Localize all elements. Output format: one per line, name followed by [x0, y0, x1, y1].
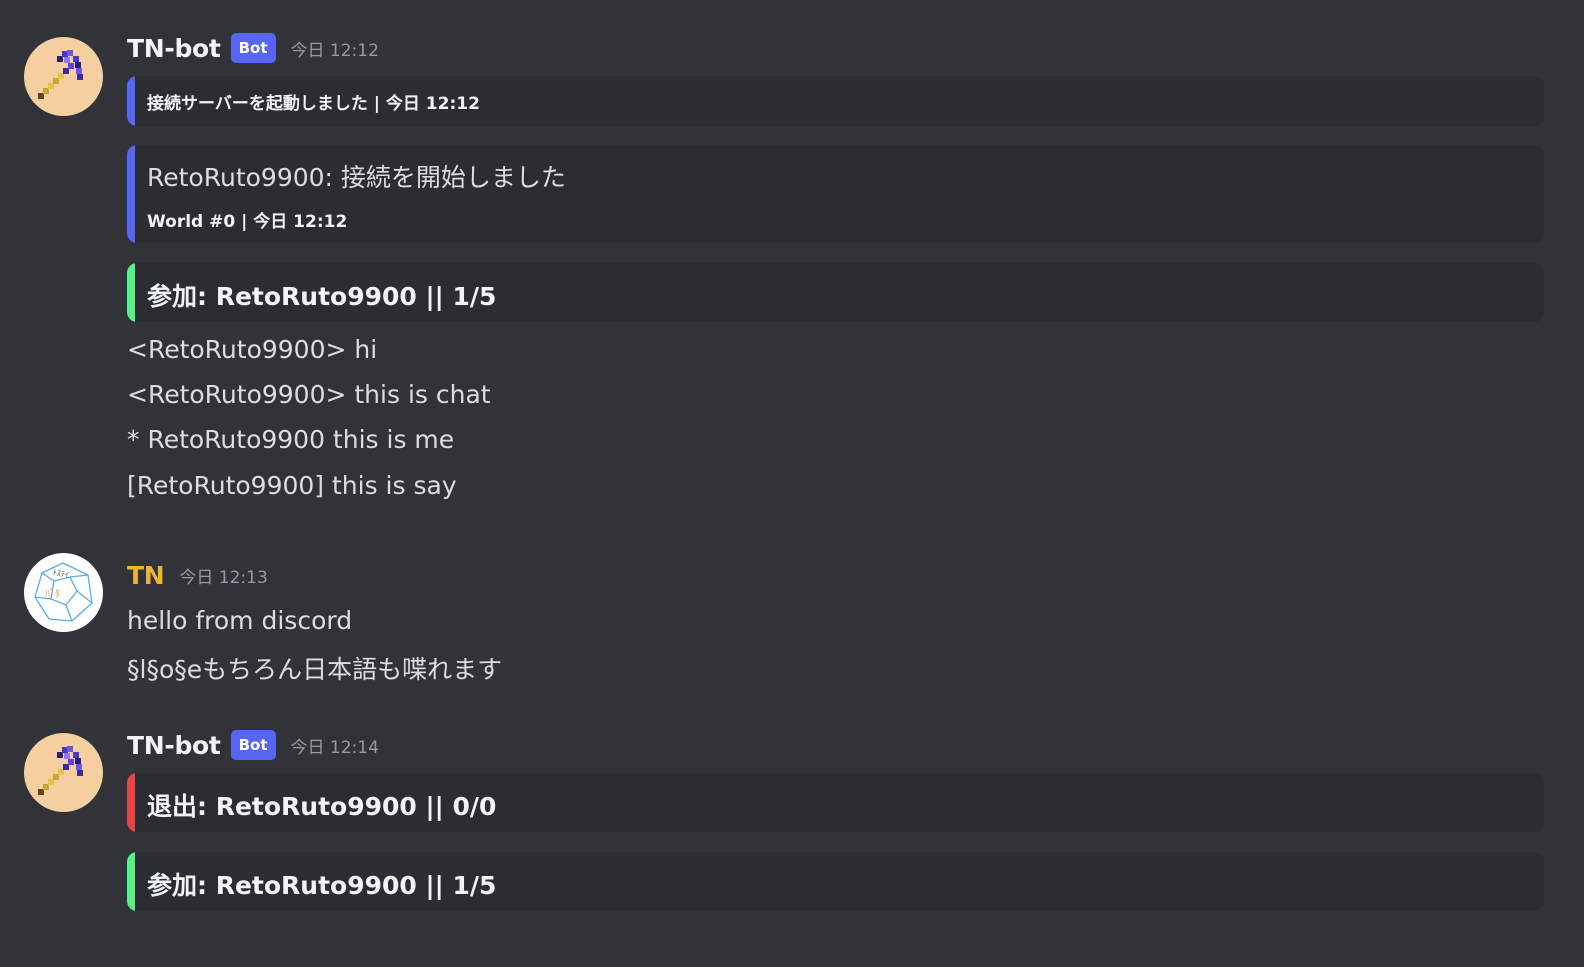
- timestamp[interactable]: 今日 12:12: [291, 36, 379, 61]
- chat-line: [RetoRuto9900] this is say: [127, 471, 457, 500]
- message-header: TN 今日 12:13: [127, 557, 268, 593]
- chat-line: hello from discord: [127, 606, 353, 635]
- chat-line: §l§o§eもちろん日本語も喋れます: [127, 655, 503, 684]
- pickaxe-icon: [38, 50, 83, 99]
- embed-color-bar: [127, 263, 135, 322]
- chat-line: * RetoRuto9900 this is me: [127, 425, 455, 454]
- chat-log: TN-bot Bot 今日 12:12 接続サーバーを起動しました | 今日 1…: [0, 0, 1584, 967]
- embed-server-started: 接続サーバーを起動しました | 今日 12:12: [127, 76, 1544, 126]
- embed-player-join: 参加: RetoRuto9900 || 1/5: [127, 263, 1544, 322]
- embed-footer: 接続サーバーを起動しました | 今日 12:12: [147, 94, 480, 114]
- bot-tag-badge: Bot: [230, 33, 276, 63]
- embed-color-bar: [127, 76, 135, 126]
- embed-player-join: 参加: RetoRuto9900 || 1/5: [127, 852, 1544, 911]
- embed-author: 参加: RetoRuto9900 || 1/5: [147, 871, 497, 900]
- svg-text:ﾄｽﾃｲ: ﾄｽﾃｲ: [52, 568, 70, 580]
- embed-color-bar: [127, 145, 135, 243]
- message-header: TN-bot Bot 今日 12:12: [127, 30, 379, 66]
- user-avatar[interactable]: ﾄｽﾃｲ ﾊﾟﾀ: [24, 553, 103, 632]
- timestamp[interactable]: 今日 12:14: [291, 733, 379, 758]
- bot-tag-badge: Bot: [230, 730, 276, 760]
- message-header: TN-bot Bot 今日 12:14: [127, 727, 379, 763]
- embed-author: 参加: RetoRuto9900 || 1/5: [147, 282, 497, 311]
- embed-author: 退出: RetoRuto9900 || 0/0: [147, 792, 497, 821]
- chat-line: <RetoRuto9900> this is chat: [127, 380, 491, 409]
- embed-player-leave: 退出: RetoRuto9900 || 0/0: [127, 773, 1544, 832]
- embed-footer: World #0 | 今日 12:12: [147, 212, 348, 232]
- chat-line: <RetoRuto9900> hi: [127, 335, 378, 364]
- embed-color-bar: [127, 773, 135, 832]
- bot-avatar[interactable]: [24, 37, 103, 116]
- username[interactable]: TN: [127, 561, 165, 590]
- embed-connection-started: RetoRuto9900: 接続を開始しました World #0 | 今日 12…: [127, 145, 1544, 243]
- svg-text:ﾊﾟﾀ: ﾊﾟﾀ: [45, 588, 60, 600]
- dodecahedron-icon: ﾄｽﾃｲ ﾊﾟﾀ: [34, 562, 93, 622]
- bot-avatar[interactable]: [24, 733, 103, 812]
- username[interactable]: TN-bot: [127, 731, 221, 760]
- pickaxe-icon: [38, 746, 83, 795]
- embed-title: RetoRuto9900: 接続を開始しました: [147, 163, 566, 192]
- embed-color-bar: [127, 852, 135, 911]
- username[interactable]: TN-bot: [127, 34, 221, 63]
- timestamp[interactable]: 今日 12:13: [179, 563, 267, 588]
